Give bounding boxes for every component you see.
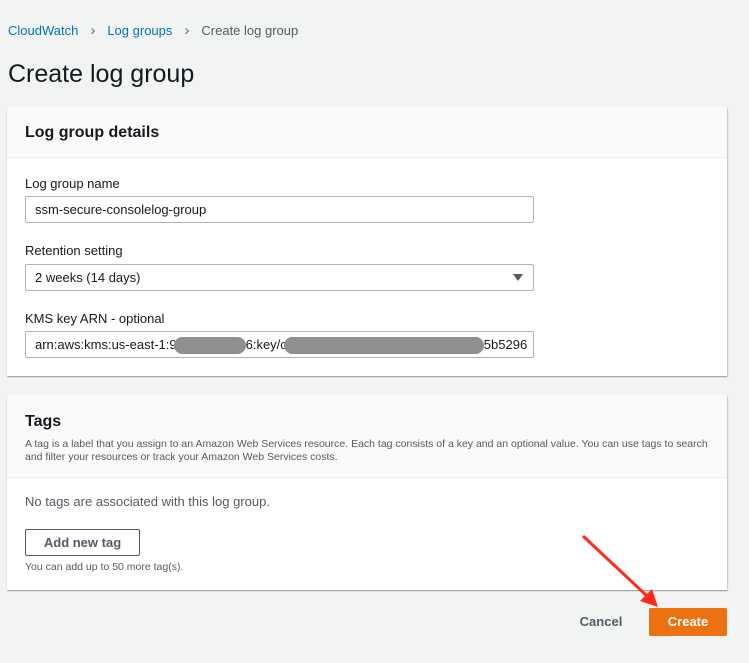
retention-select[interactable]: 2 weeks (14 days) — [25, 264, 534, 291]
redaction — [283, 337, 484, 355]
kms-label: KMS key ARN - optional — [25, 311, 165, 326]
log-group-details-panel: Log group details Log group name ssm-sec… — [7, 107, 727, 376]
page-title: Create log group — [8, 60, 195, 88]
add-new-tag-button[interactable]: Add new tag — [25, 529, 140, 556]
breadcrumb: CloudWatch › Log groups › Create log gro… — [8, 22, 298, 39]
kms-text-part: arn:aws:kms:us-east-1:9 — [35, 337, 177, 352]
retention-value: 2 weeks (14 days) — [35, 270, 141, 285]
breadcrumb-log-groups[interactable]: Log groups — [107, 23, 172, 38]
caret-down-icon — [513, 274, 523, 281]
cancel-button[interactable]: Cancel — [570, 608, 632, 636]
panel-title: Tags — [25, 413, 62, 430]
kms-text-part: 5b5296 — [483, 337, 528, 352]
log-group-name-input[interactable]: ssm-secure-consolelog-group — [25, 196, 534, 223]
no-tags-text: No tags are associated with this log gro… — [25, 494, 270, 509]
tag-limit-text: You can add up to 50 more tag(s). — [25, 561, 184, 573]
kms-key-input[interactable]: arn:aws:kms:us-east-1:9 6:key/c 5b5296 — [25, 331, 534, 358]
kms-text-part: 6:key/c — [245, 337, 287, 352]
panel-title: Log group details — [25, 124, 160, 141]
annotation-arrow-icon — [581, 534, 658, 607]
create-button[interactable]: Create — [649, 608, 727, 636]
retention-label: Retention setting — [25, 243, 123, 258]
chevron-right-icon: › — [90, 22, 96, 39]
breadcrumb-current: Create log group — [201, 23, 299, 38]
breadcrumb-cloudwatch[interactable]: CloudWatch — [8, 23, 78, 38]
chevron-right-icon: › — [184, 22, 190, 39]
log-group-name-label: Log group name — [25, 176, 120, 191]
redaction — [173, 337, 246, 355]
tags-description: A tag is a label that you assign to an A… — [25, 438, 708, 463]
